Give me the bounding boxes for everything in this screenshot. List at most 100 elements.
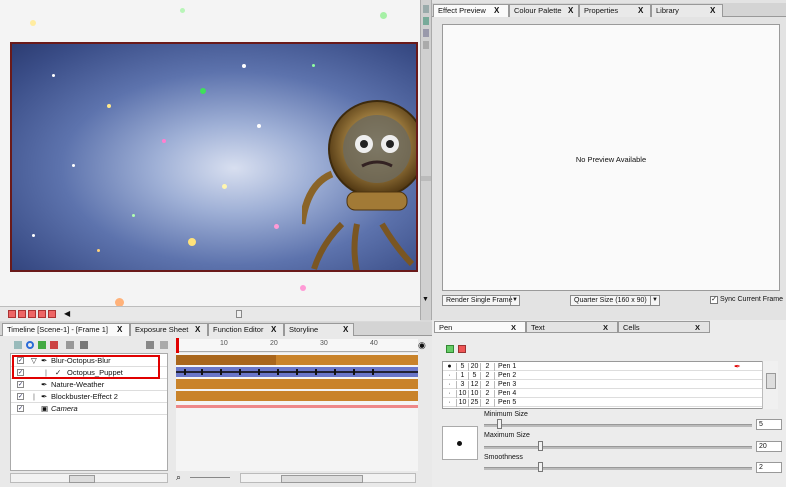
min-size-field[interactable]: 5 bbox=[756, 419, 782, 430]
tab-colour-palette[interactable]: Colour Palette X bbox=[509, 4, 579, 17]
layer-visibility-checkbox[interactable]: ✓ bbox=[17, 393, 24, 400]
close-icon[interactable]: X bbox=[638, 5, 643, 17]
tab-properties[interactable]: Properties X bbox=[579, 4, 651, 17]
tab-text[interactable]: Text X bbox=[526, 321, 618, 333]
mask-icon[interactable] bbox=[38, 310, 46, 318]
layer-pen-icon: ✒ bbox=[41, 392, 48, 401]
track-blockbuster-effect[interactable] bbox=[176, 391, 418, 401]
tab-storyline[interactable]: Storyline X bbox=[284, 323, 354, 336]
delete-pen-icon[interactable] bbox=[458, 345, 466, 353]
ruler-tick-label: 30 bbox=[320, 340, 328, 347]
scroll-thumb[interactable] bbox=[281, 475, 363, 483]
pen-edit-icon[interactable]: ✒ bbox=[734, 362, 741, 371]
pen-preset-row[interactable]: · 1 5 2 Pen 2 bbox=[443, 372, 777, 380]
viewer-scroll-thumb[interactable] bbox=[236, 310, 242, 318]
scroll-thumb[interactable] bbox=[69, 475, 95, 483]
close-icon[interactable]: X bbox=[695, 322, 700, 333]
max-size-slider[interactable] bbox=[537, 441, 543, 451]
add-peg-icon[interactable] bbox=[26, 341, 34, 349]
panel-tool-icon[interactable] bbox=[423, 17, 429, 25]
reset-icon[interactable] bbox=[18, 310, 26, 318]
max-size-field[interactable]: 20 bbox=[756, 441, 782, 452]
panel-tool-icon[interactable] bbox=[423, 29, 429, 37]
layer-row[interactable]: ✓ | ✒ Blockbuster-Effect 2 bbox=[11, 391, 167, 403]
tab-label: Pen bbox=[439, 323, 453, 332]
pen-smooth-cell: 2 bbox=[481, 390, 495, 398]
layer-visibility-checkbox[interactable]: ✓ bbox=[17, 381, 24, 388]
pen-min-cell: 10 bbox=[457, 390, 469, 398]
camera-viewer[interactable] bbox=[0, 0, 420, 306]
layer-row[interactable]: ✓ ▣ Camera bbox=[11, 403, 167, 415]
tab-cells[interactable]: Cells X bbox=[618, 321, 710, 333]
delete-layer-icon[interactable] bbox=[50, 341, 58, 349]
min-size-track[interactable] bbox=[484, 424, 752, 427]
scene-stage[interactable] bbox=[10, 42, 418, 272]
max-size-track[interactable] bbox=[484, 446, 752, 449]
layer-visibility-checkbox[interactable]: ✓ bbox=[17, 405, 24, 412]
track-segment[interactable] bbox=[176, 355, 276, 365]
panel-tool-icon[interactable] bbox=[423, 41, 429, 49]
close-icon[interactable]: X bbox=[343, 324, 348, 336]
sync-current-frame-checkbox[interactable]: ✓ bbox=[710, 296, 718, 304]
layer-lock-icon[interactable] bbox=[80, 341, 88, 349]
layer-row[interactable]: ✓ ✒ Nature-Weather bbox=[11, 379, 167, 391]
pen-preview bbox=[442, 426, 478, 460]
sparkle bbox=[97, 249, 100, 252]
tab-label: Function Editor bbox=[213, 325, 264, 334]
close-icon[interactable]: X bbox=[271, 324, 276, 336]
scroll-left-icon[interactable]: ◀ bbox=[64, 309, 70, 318]
preview-size-select[interactable]: Quarter Size (160 x 90) ▼ bbox=[570, 295, 660, 306]
layer-props-icon[interactable] bbox=[66, 341, 74, 349]
sparkle bbox=[222, 184, 227, 189]
pen-mark-cell: · bbox=[443, 399, 457, 407]
scroll-down-icon[interactable]: ▼ bbox=[422, 296, 429, 303]
splitter-grip[interactable] bbox=[421, 176, 431, 181]
close-icon[interactable]: X bbox=[511, 322, 516, 333]
smoothness-track[interactable] bbox=[484, 467, 752, 470]
tab-pen[interactable]: Pen X bbox=[434, 321, 526, 333]
tab-function-editor[interactable]: Function Editor X bbox=[208, 323, 284, 336]
pen-mark-cell: ● bbox=[443, 363, 457, 371]
tab-exposure-sheet[interactable]: Exposure Sheet X bbox=[130, 323, 208, 336]
zoom-icon[interactable]: ⌕ bbox=[176, 472, 181, 483]
tab-library[interactable]: Library X bbox=[651, 4, 723, 17]
zoom-icon[interactable] bbox=[8, 310, 16, 318]
close-icon[interactable]: X bbox=[603, 322, 608, 333]
min-size-slider[interactable] bbox=[497, 419, 503, 429]
expand-icon[interactable] bbox=[160, 341, 168, 349]
tab-timeline[interactable]: Timeline [Scene-1] - [Frame 1] X bbox=[2, 323, 130, 336]
track-camera[interactable] bbox=[176, 405, 418, 408]
close-icon[interactable]: X bbox=[117, 324, 122, 336]
frame-ruler[interactable]: 10 20 30 40 bbox=[176, 339, 418, 352]
panel-tool-icon[interactable] bbox=[423, 5, 429, 13]
scroll-thumb[interactable] bbox=[766, 373, 776, 389]
camera-icon[interactable] bbox=[28, 310, 36, 318]
render-single-frame-button[interactable]: Render Single Frame ▼ bbox=[442, 295, 520, 306]
add-effect-icon[interactable] bbox=[38, 341, 46, 349]
tab-label: Storyline bbox=[289, 325, 319, 334]
panel-splitter[interactable]: ▼ bbox=[420, 0, 432, 320]
new-pen-icon[interactable] bbox=[446, 345, 454, 353]
add-drawing-layer-icon[interactable] bbox=[14, 341, 22, 349]
smoothness-slider[interactable] bbox=[537, 462, 543, 472]
track-scrollbar[interactable] bbox=[240, 473, 416, 483]
track-nature-weather[interactable] bbox=[176, 379, 418, 389]
close-icon[interactable]: X bbox=[710, 5, 715, 17]
pen-preset-row[interactable]: ● 5 20 2 Pen 1 bbox=[443, 363, 777, 371]
pen-list-scrollbar[interactable] bbox=[762, 361, 778, 409]
pen-preset-row[interactable]: · 10 25 2 Pen 5 bbox=[443, 399, 777, 407]
tab-effect-preview[interactable]: Effect Preview X bbox=[433, 4, 509, 17]
timeline-zoom-slider[interactable] bbox=[190, 477, 230, 478]
collapse-icon[interactable] bbox=[146, 341, 154, 349]
pen-preset-row[interactable]: · 3 12 2 Pen 3 bbox=[443, 381, 777, 389]
layer-scrollbar[interactable] bbox=[10, 473, 168, 483]
smoothness-field[interactable]: 2 bbox=[756, 462, 782, 473]
pen-preset-row[interactable]: · 10 10 2 Pen 4 bbox=[443, 390, 777, 398]
pin-icon[interactable]: ◉ bbox=[418, 340, 426, 351]
close-icon[interactable]: X bbox=[494, 5, 499, 17]
track-blur-octopus-blur[interactable] bbox=[176, 355, 418, 365]
close-icon[interactable]: X bbox=[568, 5, 573, 17]
close-icon[interactable]: X bbox=[195, 324, 200, 336]
grid-icon[interactable] bbox=[48, 310, 56, 318]
timeline-tracks[interactable] bbox=[176, 353, 418, 471]
